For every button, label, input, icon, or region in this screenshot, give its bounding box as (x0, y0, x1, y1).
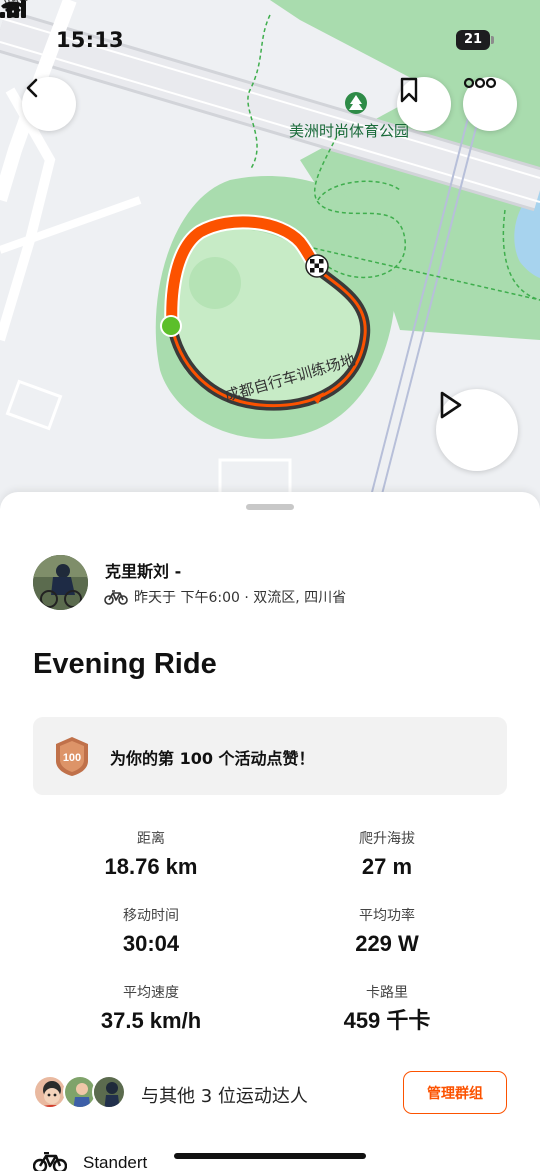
more-horizontal-icon (463, 77, 497, 89)
park-label: 美洲时尚体育公园 (289, 122, 410, 140)
status-time: 15:13 (56, 28, 124, 52)
milestone-text: 为你的第 100 个活动点赞！ (110, 749, 315, 768)
wifi-icon (1, 1, 25, 18)
group-member-avatar (92, 1075, 126, 1109)
athlete-avatar[interactable] (33, 555, 88, 610)
more-button[interactable] (463, 77, 517, 131)
activity-sheet: 克里斯刘 - 昨天于 下午6:00 · 双流区, 四川省 Evening Rid… (0, 492, 540, 1171)
gear-row[interactable]: Standert (33, 1152, 147, 1171)
stat-label: 移动时间 (123, 908, 179, 924)
group-activity-text: 与其他 3 位运动达人 (141, 1086, 308, 1107)
stat-label: 平均速度 (123, 985, 179, 1001)
bike-icon (104, 590, 128, 605)
infield-patch (189, 257, 241, 309)
stat-moving-time: 移动时间 30:04 (51, 907, 251, 957)
stat-value: 27 m (361, 854, 413, 879)
chevron-left-icon (26, 78, 38, 98)
athlete-name[interactable]: 克里斯刘 - (105, 558, 181, 582)
stat-distance: 距离 18.76 km (51, 830, 251, 880)
group-member-avatar (33, 1075, 67, 1109)
stat-avg-speed: 平均速度 37.5 km/h (51, 984, 251, 1034)
stat-label: 爬升海拔 (359, 831, 415, 847)
start-marker-icon (162, 317, 180, 335)
bookmark-button[interactable] (397, 77, 451, 131)
stat-value: 37.5 km/h (100, 1008, 202, 1033)
stat-avg-power: 平均功率 229 W (287, 907, 487, 957)
play-icon (440, 391, 462, 419)
badge-number: 100 (63, 752, 81, 764)
manage-group-button[interactable]: 管理群组 (403, 1071, 507, 1114)
status-bar: 15:13 21 (0, 0, 540, 80)
back-button[interactable] (22, 77, 76, 131)
bookmark-icon (400, 77, 418, 103)
sheet-grabber[interactable] (246, 504, 294, 510)
group-activity-row[interactable]: 与其他 3 位运动达人 管理群组 (33, 1070, 507, 1120)
gear-name: Standert (83, 1153, 148, 1171)
stat-elevation: 爬升海拔 27 m (287, 830, 487, 880)
play-flyover-button[interactable] (436, 389, 518, 471)
stat-value: 18.76 km (104, 854, 198, 879)
route-map[interactable]: 四段 美洲时尚体育公园 成都自行车训练场地 15:13 21 (0, 0, 540, 520)
athlete-photo (33, 555, 88, 610)
battery-icon: 21 (456, 30, 494, 50)
activity-date-location: 昨天于 下午6:00 · 双流区, 四川省 (134, 590, 347, 606)
milestone-badge-icon: 100 (56, 737, 88, 776)
stat-value: 229 W (355, 931, 419, 956)
building (5, 379, 63, 431)
stat-label: 卡路里 (366, 985, 408, 1001)
stat-calories: 卡路里 459 千卡 (287, 984, 487, 1034)
stat-label: 距离 (137, 831, 165, 847)
home-indicator (174, 1153, 366, 1159)
stat-value: 459 千卡 (343, 1008, 431, 1033)
activity-title: Evening Ride (33, 648, 217, 680)
battery-level: 21 (463, 32, 483, 47)
kudos-milestone-banner[interactable]: 100 为你的第 100 个活动点赞！ (33, 717, 507, 795)
stat-value: 30:04 (122, 931, 180, 956)
stat-label: 平均功率 (359, 908, 415, 924)
finish-flag-icon (305, 254, 329, 278)
activity-meta: 昨天于 下午6:00 · 双流区, 四川省 (104, 587, 346, 607)
park-tree-icon (345, 92, 367, 114)
bike-icon (33, 1152, 67, 1171)
